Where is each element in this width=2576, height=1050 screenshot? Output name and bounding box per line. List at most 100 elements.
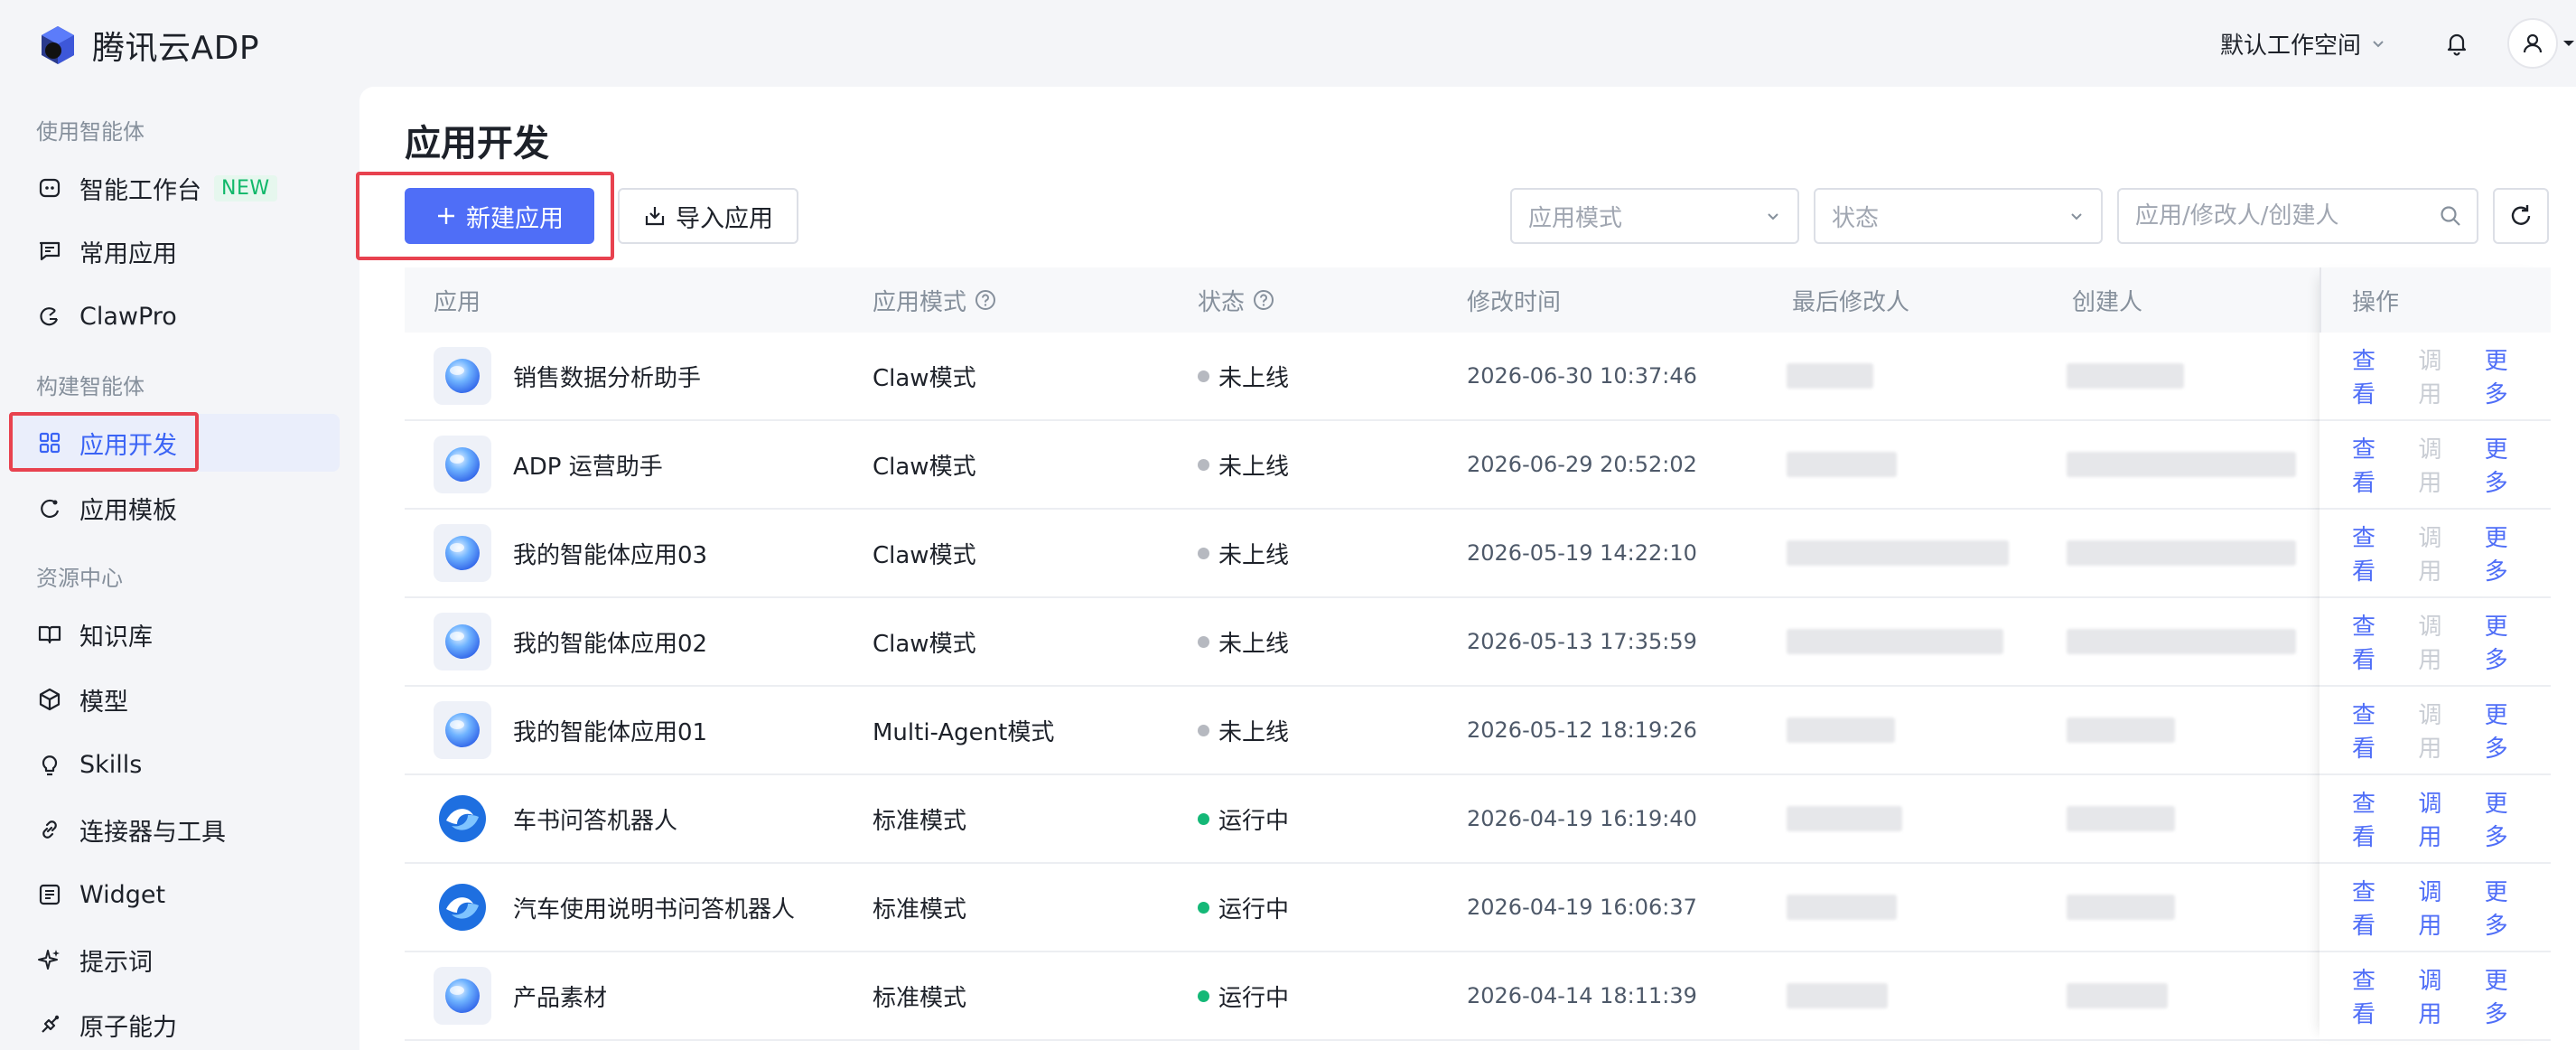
mode-filter-select[interactable]: 应用模式 — [1510, 188, 1799, 244]
table-row[interactable]: 汽车使用说明书问答机器人 标准模式 运行中 2026-04-19 16:06:37 查看… — [405, 864, 2551, 952]
search-icon[interactable] — [2439, 204, 2462, 228]
status-text: 运行中 — [1218, 807, 1290, 835]
debug-link[interactable]: 调用 — [2418, 608, 2464, 675]
app-name[interactable]: 汽车使用说明书问答机器人 — [513, 891, 795, 924]
app-name[interactable]: 我的智能体应用02 — [513, 625, 707, 659]
view-link[interactable]: 查看 — [2352, 785, 2398, 852]
sidebar-item-widget[interactable]: Widget — [9, 866, 340, 923]
row-actions: 查看 调用 更多 — [2352, 952, 2551, 1039]
app-name[interactable]: 销售数据分析助手 — [513, 360, 701, 393]
sparkle-icon — [36, 946, 63, 973]
modifier-cell — [1787, 510, 2009, 596]
cube-icon — [36, 686, 63, 713]
more-link[interactable]: 更多 — [2485, 342, 2531, 409]
app-name[interactable]: 车书问答机器人 — [513, 802, 677, 836]
caret-down-icon — [2563, 41, 2574, 46]
more-link[interactable]: 更多 — [2485, 962, 2531, 1029]
view-link[interactable]: 查看 — [2352, 874, 2398, 941]
status-filter-select[interactable]: 状态 — [1814, 188, 2103, 244]
sidebar-item-knowledge[interactable]: 知识库 — [9, 605, 340, 663]
notification-button[interactable] — [2430, 16, 2484, 70]
sidebar-item-app-dev[interactable]: 应用开发 — [9, 414, 340, 472]
view-link[interactable]: 查看 — [2352, 962, 2398, 1029]
app-cell[interactable]: 销售数据分析助手 — [434, 333, 701, 419]
column-header-actions: 操作 — [2352, 288, 2400, 316]
row-actions: 查看 调用 更多 — [2352, 421, 2551, 508]
sidebar-item-label: Skills — [79, 750, 143, 779]
more-link[interactable]: 更多 — [2485, 785, 2531, 852]
app-mode: Claw模式 — [873, 630, 976, 658]
table-row[interactable]: 我的智能体应用03 Claw模式 未上线 2026-05-19 14:22:10 查看调… — [405, 510, 2551, 598]
modified-time: 2026-04-19 16:19:40 — [1467, 806, 1697, 831]
app-icon — [434, 436, 491, 493]
more-link[interactable]: 更多 — [2485, 431, 2531, 498]
workspace-switcher[interactable]: 默认工作空间 — [2220, 27, 2386, 61]
view-link[interactable]: 查看 — [2352, 431, 2398, 498]
sidebar-item-connectors[interactable]: 连接器与工具 — [9, 801, 340, 858]
view-link[interactable]: 查看 — [2352, 342, 2398, 409]
sidebar-item-clawpro[interactable]: ClawPro — [9, 287, 340, 345]
status-text: 未上线 — [1218, 453, 1290, 481]
table-row[interactable]: 车书问答机器人 标准模式 运行中 2026-04-19 16:19:40 查看 调用 更多 — [405, 775, 2551, 864]
debug-link[interactable]: 调用 — [2418, 520, 2464, 586]
more-link[interactable]: 更多 — [2485, 520, 2531, 586]
view-link[interactable]: 查看 — [2352, 520, 2398, 586]
sidebar-item-atomic[interactable]: 原子能力 — [9, 996, 340, 1050]
more-link[interactable]: 更多 — [2485, 697, 2531, 764]
search-input[interactable] — [2135, 202, 2433, 230]
sidebar-item-common-apps[interactable]: 常用应用 — [9, 222, 340, 280]
modifier-cell — [1787, 598, 2003, 685]
view-link[interactable]: 查看 — [2352, 697, 2398, 764]
sidebar-item-app-template[interactable]: 应用模板 — [9, 479, 340, 537]
new-app-button[interactable]: 新建应用 — [405, 188, 594, 244]
table-row[interactable]: 我的智能体应用01 Multi-Agent模式 未上线 2026-05-12 18:1… — [405, 687, 2551, 775]
status-text: 未上线 — [1218, 630, 1290, 658]
table-row[interactable]: 我的智能体应用02 Claw模式 未上线 2026-05-13 17:35:59 查看调… — [405, 598, 2551, 687]
sidebar-item-prompts[interactable]: 提示词 — [9, 931, 340, 989]
app-cell[interactable]: 我的智能体应用01 — [434, 687, 707, 773]
sidebar-item-workbench[interactable]: 智能工作台 NEW — [9, 159, 340, 217]
app-cell[interactable]: 我的智能体应用02 — [434, 598, 707, 685]
robot-icon — [36, 174, 63, 202]
sidebar-item-model[interactable]: 模型 — [9, 670, 340, 728]
debug-link[interactable]: 调用 — [2418, 431, 2464, 498]
app-cell[interactable]: ADP 运营助手 — [434, 421, 663, 508]
help-circle-icon[interactable] — [974, 288, 997, 312]
app-name[interactable]: 产品素材 — [513, 980, 607, 1013]
debug-link[interactable]: 调用 — [2418, 785, 2464, 852]
status-cell: 运行中 — [1198, 952, 1289, 1039]
app-name[interactable]: ADP 运营助手 — [513, 448, 663, 482]
app-name[interactable]: 我的智能体应用03 — [513, 537, 707, 570]
table-row[interactable]: ADP 运营助手 Claw模式 未上线 2026-06-29 20:52:02 查看 调用… — [405, 421, 2551, 510]
app-cell[interactable]: 车书问答机器人 — [434, 775, 677, 862]
sidebar-group-build: 构建智能体 — [36, 374, 145, 399]
app-mode: Claw模式 — [873, 541, 976, 569]
debug-link[interactable]: 调用 — [2418, 342, 2464, 409]
table-row[interactable]: 销售数据分析助手 Claw模式 未上线 2026-06-30 10:37:46 查看 调用… — [405, 333, 2551, 421]
refresh-button[interactable] — [2493, 188, 2549, 244]
app-mode: 标准模式 — [873, 807, 967, 835]
column-header-time: 修改时间 — [1467, 288, 1562, 316]
brand[interactable]: 腾讯云ADP — [36, 22, 259, 69]
app-cell[interactable]: 产品素材 — [434, 952, 607, 1039]
more-link[interactable]: 更多 — [2485, 608, 2531, 675]
import-app-button[interactable]: 导入应用 — [618, 188, 798, 244]
table-row[interactable]: 产品素材 标准模式 运行中 2026-04-14 18:11:39 查看 调用 更多 — [405, 952, 2551, 1041]
user-menu[interactable] — [2507, 18, 2576, 69]
app-name[interactable]: 我的智能体应用01 — [513, 714, 707, 747]
status-dot — [1198, 547, 1209, 559]
help-circle-icon[interactable] — [1252, 288, 1275, 312]
app-cell[interactable]: 汽车使用说明书问答机器人 — [434, 864, 795, 951]
status-text: 运行中 — [1218, 984, 1290, 1012]
sidebar-item-label: 模型 — [79, 688, 128, 717]
debug-link[interactable]: 调用 — [2418, 962, 2464, 1029]
sidebar-item-skills[interactable]: Skills — [9, 736, 340, 793]
more-link[interactable]: 更多 — [2485, 874, 2531, 941]
modified-time: 2026-05-12 18:19:26 — [1467, 717, 1697, 743]
debug-link[interactable]: 调用 — [2418, 874, 2464, 941]
lightbulb-icon — [36, 751, 63, 778]
debug-link[interactable]: 调用 — [2418, 697, 2464, 764]
bell-icon — [2447, 33, 2467, 56]
view-link[interactable]: 查看 — [2352, 608, 2398, 675]
app-cell[interactable]: 我的智能体应用03 — [434, 510, 707, 596]
